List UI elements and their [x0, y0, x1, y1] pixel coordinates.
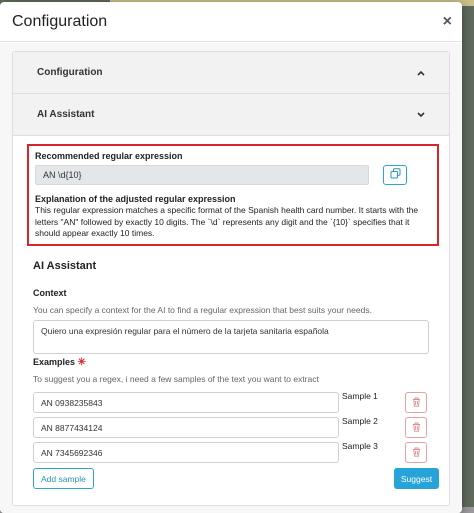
delete-sample-button[interactable]: [405, 417, 427, 438]
explanation-text: This regular expression matches a specif…: [35, 205, 419, 238]
modal-header: Configuration ×: [0, 2, 462, 42]
accordion-label: Configuration: [37, 67, 103, 78]
context-section: Context You can specify a context for th…: [33, 288, 429, 354]
trash-icon: [412, 444, 421, 462]
copy-button[interactable]: [383, 165, 407, 185]
chevron-down-icon: [417, 110, 425, 120]
sample-input[interactable]: AN 0938235843: [33, 392, 339, 413]
delete-sample-button[interactable]: [405, 392, 427, 413]
context-label: Context: [33, 288, 67, 298]
copy-icon: [390, 166, 401, 184]
sample-row: AN 0938235843 Sample 1: [33, 391, 429, 414]
examples-help: To suggest you a regex, i need a few sam…: [33, 374, 319, 384]
modal-title: Configuration: [12, 12, 108, 30]
accordion-header-ai-assistant[interactable]: AI Assistant: [13, 94, 449, 136]
ai-assistant-heading-wrap: AI Assistant: [33, 260, 429, 272]
ai-assistant-heading: AI Assistant: [33, 260, 97, 272]
examples-section: Examples ✳ To suggest you a regex, i nee…: [33, 357, 429, 384]
trash-icon: [412, 394, 421, 412]
suggest-button[interactable]: Suggest: [394, 468, 439, 489]
close-icon[interactable]: ×: [443, 13, 452, 31]
required-icon: ✳: [77, 357, 86, 368]
sample-row: AN 8877434124 Sample 2: [33, 416, 429, 439]
accordion-label: AI Assistant: [37, 109, 95, 120]
explanation-title: Explanation of the adjusted regular expr…: [35, 194, 236, 204]
sample-input[interactable]: AN 7345692346: [33, 442, 339, 463]
configuration-modal: Configuration × Configuration AI Assista…: [0, 2, 462, 513]
examples-label-wrap: Examples ✳: [33, 357, 429, 368]
sample-input[interactable]: AN 8877434124: [33, 417, 339, 438]
recommended-regex-label: Recommended regular expression: [35, 151, 183, 161]
sample-label: Sample 2: [342, 416, 378, 426]
context-help: You can specify a context for the AI to …: [33, 305, 372, 315]
recommended-regex-panel: Recommended regular expression AN \d{10}…: [27, 144, 439, 246]
delete-sample-button[interactable]: [405, 442, 427, 463]
chevron-up-icon: [417, 68, 425, 78]
samples-list: AN 0938235843 Sample 1 AN 8877434124 Sam…: [33, 391, 429, 472]
sample-label: Sample 1: [342, 391, 378, 401]
context-textarea[interactable]: Quiero una expresión regular para el núm…: [33, 320, 429, 354]
accordion-header-configuration[interactable]: Configuration: [13, 52, 449, 94]
sample-label: Sample 3: [342, 441, 378, 451]
examples-label: Examples: [33, 357, 76, 367]
recommended-regex-field[interactable]: AN \d{10}: [35, 165, 369, 185]
add-sample-button[interactable]: Add sample: [33, 468, 94, 489]
trash-icon: [412, 419, 421, 437]
modal-body: Configuration AI Assistant Recommended r…: [0, 43, 462, 513]
sample-row: AN 7345692346 Sample 3: [33, 441, 429, 464]
accordion: Configuration AI Assistant Recommended r…: [12, 51, 450, 506]
